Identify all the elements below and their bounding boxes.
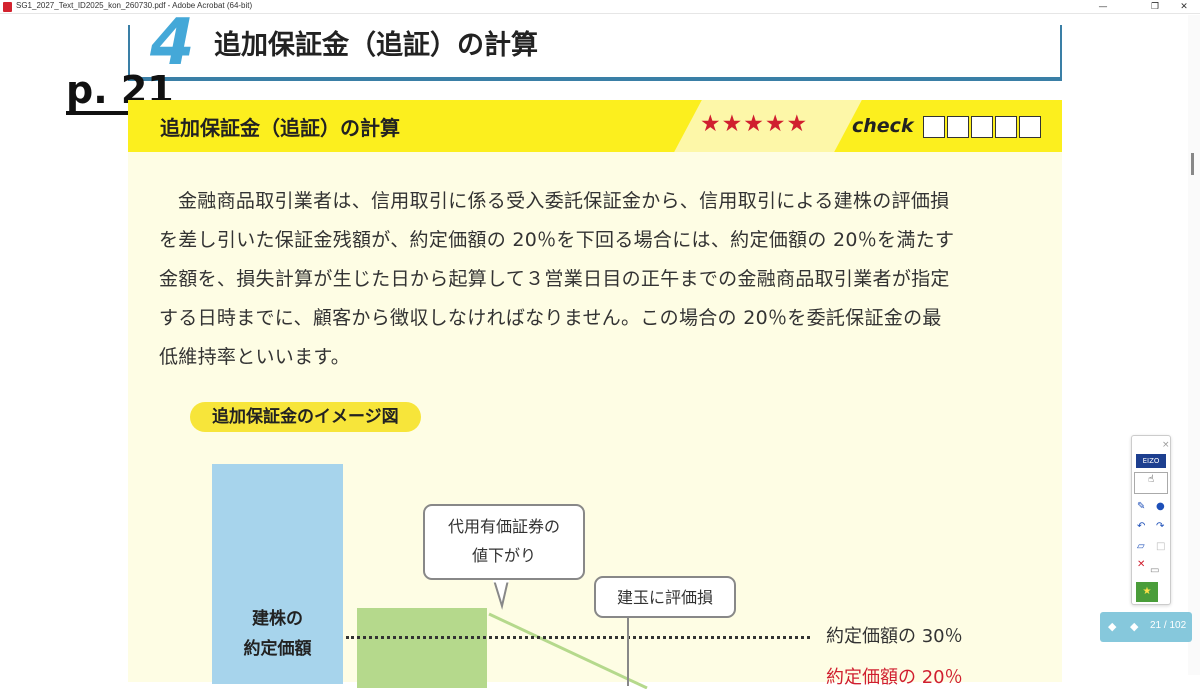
check-label: check	[852, 115, 914, 137]
check-boxes	[923, 116, 1041, 138]
body-line: する日時までに、顧客から徴収しなければなりません。この場合の 20％を委託保証金…	[159, 307, 942, 329]
stock-label-line: 約定価額	[243, 639, 312, 659]
checkbox	[923, 116, 945, 138]
window-title: SG1_2027_Text_ID2025_kon_260730.pdf - Ad…	[16, 1, 253, 10]
redo-icon[interactable]: ↷	[1156, 520, 1164, 534]
chapter-number: 4	[150, 6, 195, 80]
document-canvas[interactable]: 4 追加保証金（追証）の計算 p. 21 追加保証金（追証）の計算 ★★★★★ …	[0, 11, 1200, 689]
maximize-button[interactable]: ❐	[1141, 0, 1169, 14]
body-panel: 金融商品取引業者は、信用取引に係る受入委託保証金から、信用取引による建株の評価損…	[128, 152, 1062, 689]
threshold-dotted-line	[346, 636, 810, 639]
threshold-30-label: 約定価額の 30％	[826, 626, 963, 647]
callout-valuation-loss: 建玉に評価損	[594, 576, 736, 618]
stock-contract-label: 建株の 約定価額	[212, 604, 343, 664]
palette-close-icon[interactable]: ×	[1162, 438, 1170, 452]
checkbox	[947, 116, 969, 138]
body-line: 金融商品取引業者は、信用取引に係る受入委託保証金から、信用取引による建株の評価損	[178, 190, 950, 212]
dot-icon[interactable]: ●	[1156, 500, 1165, 514]
section-title: 追加保証金（追証）の計算	[160, 116, 400, 140]
threshold-20-label: 約定価額の 20％	[826, 667, 963, 688]
body-line: 低維持率といいます。	[159, 346, 351, 368]
stock-contract-bar: 建株の 約定価額	[212, 464, 343, 684]
minimize-button[interactable]: —	[1089, 0, 1117, 14]
square-icon[interactable]: □	[1156, 540, 1165, 554]
section-header: 追加保証金（追証）の計算 ★★★★★ check	[128, 100, 1062, 152]
callout-pointer	[627, 616, 629, 686]
app-pdf-icon	[3, 2, 12, 12]
stock-label-line: 建株の	[252, 609, 303, 629]
body-line: を差し引いた保証金残額が、約定価額の 20％を下回る場合には、約定価額の 20％…	[159, 229, 955, 251]
vertical-scrollbar[interactable]	[1188, 15, 1200, 675]
callout-pointer	[492, 580, 510, 610]
close-button[interactable]: ✕	[1170, 0, 1198, 14]
page-indicator[interactable]: ◆ ◆ 21 / 102	[1100, 612, 1192, 642]
chapter-title: 追加保証金（追証）の計算	[214, 30, 538, 61]
eizo-logo-icon: EIZO	[1136, 454, 1166, 468]
pointer-icon[interactable]: ☝	[1134, 472, 1168, 494]
close-x-icon[interactable]: ✕	[1137, 558, 1145, 572]
body-line: 金額を、損失計算が生じた日から起算して３営業日目の正午までの金融商品取引業者が指…	[159, 268, 950, 290]
callout-line: 値下がり	[471, 546, 536, 565]
next-page-icon[interactable]: ◆	[1130, 620, 1138, 633]
callout-collateral-drop: 代用有価証券の 値下がり	[423, 504, 585, 580]
page-icon[interactable]: ▭	[1150, 564, 1159, 578]
page-number: 21 / 102	[1150, 620, 1187, 631]
checkbox	[1019, 116, 1041, 138]
star-rating: ★★★★★	[700, 111, 809, 137]
app-launch-icon[interactable]: ★	[1136, 582, 1158, 602]
callout-line: 代用有価証券の	[447, 517, 560, 536]
prev-page-icon[interactable]: ◆	[1108, 620, 1116, 633]
collateral-bar	[357, 608, 487, 688]
annotation-tool-palette[interactable]: × EIZO ☝ ✎ ● ↶ ↷ ▱ □ ✕ ▭ ★	[1131, 435, 1171, 605]
body-paragraph: 金融商品取引業者は、信用取引に係る受入委託保証金から、信用取引による建株の評価損…	[159, 182, 1039, 377]
scroll-thumb[interactable]	[1191, 153, 1194, 175]
undo-icon[interactable]: ↶	[1137, 520, 1145, 534]
eraser-icon[interactable]: ▱	[1137, 540, 1145, 554]
figure-label: 追加保証金のイメージ図	[190, 402, 421, 432]
checkbox	[995, 116, 1017, 138]
pen-icon[interactable]: ✎	[1137, 500, 1145, 514]
checkbox	[971, 116, 993, 138]
